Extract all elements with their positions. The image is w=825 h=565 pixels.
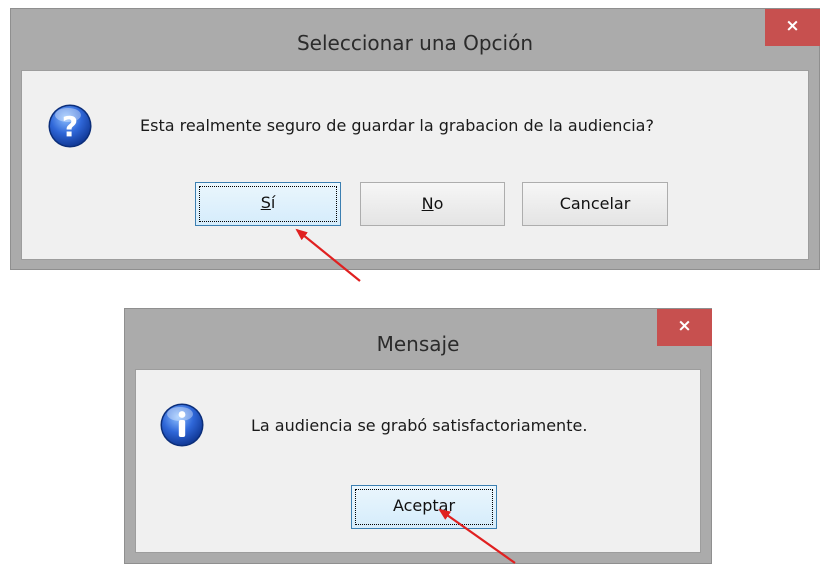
svg-text:?: ?: [62, 110, 78, 143]
no-button-label: o: [433, 194, 444, 213]
cancel-button-label: Cancelar: [559, 194, 631, 213]
confirm-dialog: Seleccionar una Opción × ? Esta realment…: [10, 8, 820, 270]
question-icon: ?: [48, 104, 92, 148]
confirm-message: Esta realmente seguro de guardar la grab…: [140, 116, 654, 135]
yes-button[interactable]: Sí: [195, 182, 341, 226]
close-button[interactable]: ×: [765, 9, 820, 46]
title-bar[interactable]: Seleccionar una Opción: [11, 9, 819, 69]
yes-button-label: í: [270, 193, 276, 212]
dialog-body: La audiencia se grabó satisfactoriamente…: [135, 369, 701, 553]
title-bar[interactable]: Mensaje: [125, 309, 711, 369]
close-button[interactable]: ×: [657, 309, 712, 346]
dialog-title: Seleccionar una Opción: [296, 31, 534, 55]
close-icon: ×: [677, 316, 692, 336]
screenshot-canvas: Seleccionar una Opción × ? Esta realment…: [0, 0, 825, 565]
ok-button[interactable]: Aceptar: [351, 485, 497, 529]
info-icon: [160, 403, 204, 447]
ok-button-label: Aceptar: [392, 496, 456, 515]
yes-button-mnemonic: S: [260, 193, 271, 212]
message-dialog: Mensaje × La audiencia se grabó satisfac…: [124, 308, 712, 564]
dialog-body: ? Esta realmente seguro de guardar la gr…: [21, 70, 809, 260]
no-button-mnemonic: N: [421, 194, 434, 213]
no-button[interactable]: No: [360, 182, 505, 226]
dialog-title: Mensaje: [376, 332, 460, 356]
success-message: La audiencia se grabó satisfactoriamente…: [251, 416, 588, 435]
close-icon: ×: [785, 16, 800, 36]
cancel-button[interactable]: Cancelar: [522, 182, 668, 226]
